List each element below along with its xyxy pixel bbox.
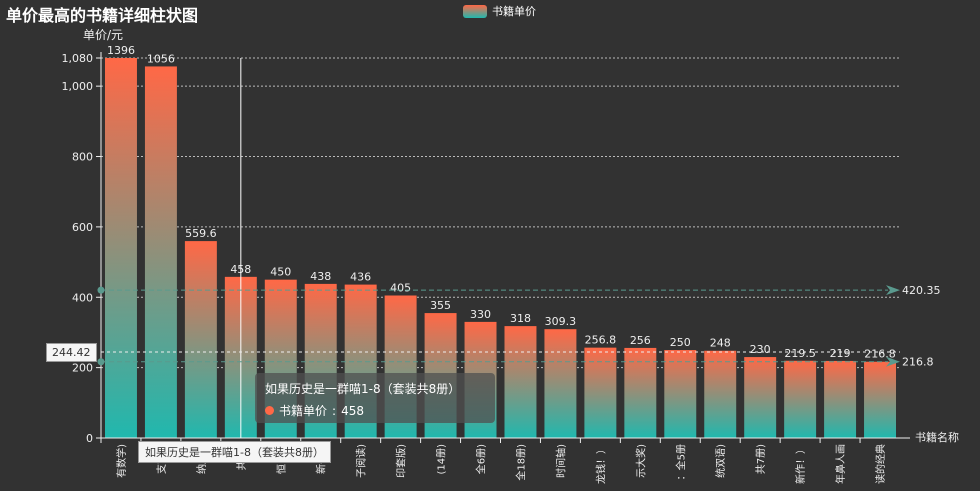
bar-value-label: 436 xyxy=(350,271,371,284)
x-tick-label: ：全5册 xyxy=(674,444,687,480)
x-tick-label: 示大奖) xyxy=(634,444,647,478)
y-tick-label: 400 xyxy=(72,291,93,304)
bar-value-label: 355 xyxy=(430,299,451,312)
x-tick-label: 年鼻人画 xyxy=(834,444,847,484)
bar-value-label: 318 xyxy=(510,312,531,325)
y-axis-title: 单价/元 xyxy=(83,28,123,42)
x-axis-title: 书籍名称 xyxy=(915,430,959,444)
y-tick-label: 600 xyxy=(72,221,93,234)
bar-value-label: 256.8 xyxy=(585,334,617,347)
x-tick-label: 全18册) xyxy=(514,444,527,481)
bar xyxy=(784,360,817,438)
bar xyxy=(704,350,737,438)
markline-label: 216.8 xyxy=(902,356,934,369)
bar xyxy=(544,329,577,438)
x-tick-label: 读的经典 xyxy=(874,444,887,484)
y-tick-label: 1,080 xyxy=(62,52,94,65)
bar xyxy=(824,360,857,438)
markline-label: 420.35 xyxy=(902,284,941,297)
bar-value-label: 330 xyxy=(470,308,491,321)
crosshair-x-label: 如果历史是一群喵1-8（套装共8册） xyxy=(138,441,331,463)
tooltip-series-label: 书籍单价 xyxy=(279,404,328,418)
bar xyxy=(584,347,617,438)
markline-arrow xyxy=(886,285,900,296)
bar-value-label: 450 xyxy=(270,266,291,279)
bar xyxy=(144,66,177,438)
x-tick-label: 新作！） xyxy=(794,444,807,484)
bar xyxy=(504,326,537,438)
bar-value-label: 1396 xyxy=(107,44,135,57)
x-tick-label: 子阅读) xyxy=(355,444,368,478)
bar-value-label: 230 xyxy=(750,343,771,356)
x-tick-label: 有数学) xyxy=(115,444,128,478)
tooltip-title: 如果历史是一群喵1-8（套装共8册） xyxy=(265,382,461,396)
bar-value-label: 438 xyxy=(310,270,331,283)
tooltip: 如果历史是一群喵1-8（套装共8册） 书籍单价: 458 xyxy=(255,373,495,423)
bar-value-label: 309.3 xyxy=(545,315,577,328)
bar-value-label: 250 xyxy=(670,336,691,349)
tooltip-marker xyxy=(265,406,274,415)
bar-value-label: 248 xyxy=(710,337,731,350)
x-tick-label: 共7册) xyxy=(755,444,767,474)
bar-value-label: 219 xyxy=(830,347,851,360)
bar xyxy=(864,361,897,438)
crosshair-y-label: 244.42 xyxy=(46,343,97,362)
y-tick-label: 200 xyxy=(72,362,93,375)
tooltip-value: 458 xyxy=(341,403,364,418)
y-tick-label: 800 xyxy=(72,151,93,164)
bar-value-label: 405 xyxy=(390,282,411,295)
markline-start-dot xyxy=(97,286,105,294)
x-tick-label: 时间轴) xyxy=(554,444,567,478)
y-tick-label: 0 xyxy=(86,432,93,445)
bar xyxy=(664,350,697,438)
bar xyxy=(104,58,137,438)
bar-value-label: 559.6 xyxy=(185,227,217,240)
x-tick-label: (14册) xyxy=(437,444,448,475)
bar xyxy=(184,241,217,438)
y-tick-label: 1,000 xyxy=(62,80,94,93)
bar-value-label: 1056 xyxy=(147,52,175,65)
bar-value-label: 219.5 xyxy=(784,347,816,360)
x-tick-label: 统双语) xyxy=(714,444,727,478)
markline-start-dot xyxy=(97,358,105,366)
x-tick-label: 龙钱！） xyxy=(594,444,607,484)
bar xyxy=(744,357,777,438)
x-tick-label: 全6册) xyxy=(475,444,488,474)
bar-value-label: 256 xyxy=(630,334,651,347)
x-tick-label: 印套版) xyxy=(395,444,408,478)
